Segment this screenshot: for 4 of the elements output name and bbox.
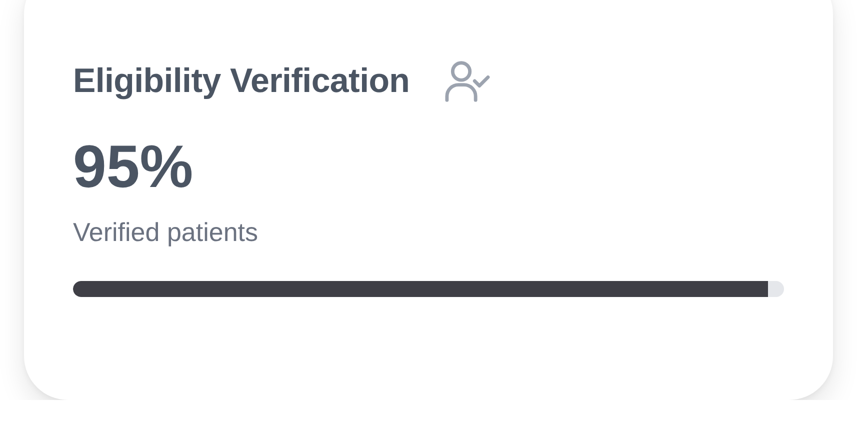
card-title: Eligibility Verification bbox=[73, 62, 410, 100]
metric-caption: Verified patients bbox=[73, 216, 260, 248]
metric-value: 95% bbox=[73, 132, 194, 202]
user-check-icon bbox=[444, 60, 490, 102]
